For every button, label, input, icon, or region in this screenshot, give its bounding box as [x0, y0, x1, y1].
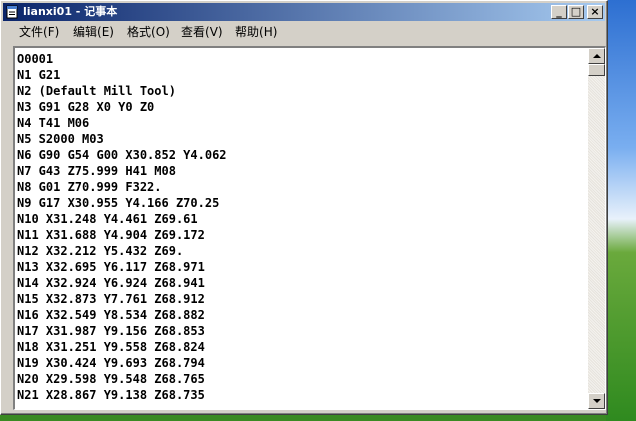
maximize-button[interactable]: □: [568, 5, 584, 19]
text-line: N11 X31.688 Y4.904 Z69.172: [17, 228, 205, 242]
text-line: O0001: [17, 52, 54, 66]
menu-file-label: 文件: [19, 25, 44, 39]
close-button[interactable]: ×: [587, 5, 603, 19]
text-line: N16 X32.549 Y8.534 Z68.882: [17, 308, 205, 322]
text-line: N8 G01 Z70.999 F322.: [17, 180, 162, 194]
menu-edit-accel: (E): [97, 25, 114, 39]
menu-format[interactable]: 格式(O): [127, 23, 170, 42]
menu-help[interactable]: 帮助(H): [235, 23, 277, 42]
scroll-up-button[interactable]: [588, 48, 605, 64]
menu-format-accel: (O): [151, 25, 170, 39]
text-line: N15 X32.873 Y7.761 Z68.912: [17, 292, 205, 306]
text-line: N1 G21: [17, 68, 61, 82]
maximize-icon: □: [570, 5, 582, 18]
menu-help-label: 帮助: [235, 25, 260, 39]
title-bar[interactable]: lianxi01 - 记事本 _ □ ×: [3, 3, 605, 21]
text-line: N9 G17 X30.955 Y4.166 Z70.25: [17, 196, 220, 210]
menu-edit[interactable]: 编辑(E): [73, 23, 114, 42]
text-line: N10 X31.248 Y4.461 Z69.61: [17, 212, 198, 226]
menu-file[interactable]: 文件(F): [19, 23, 59, 42]
text-editor[interactable]: O0001 N1 G21 N2 (Default Mill Tool) N3 G91 …: [13, 46, 606, 410]
text-line: N5 S2000 M03: [17, 132, 104, 146]
close-icon: ×: [590, 5, 600, 18]
text-line: N18 X31.251 Y9.558 Z68.824: [17, 340, 205, 354]
text-line: N20 X29.598 Y9.548 Z68.765: [17, 372, 205, 386]
scroll-thumb[interactable]: [588, 64, 605, 76]
text-line: N13 X32.695 Y6.117 Z68.971: [17, 260, 205, 274]
text-line: N3 G91 G28 X0 Y0 Z0: [17, 100, 155, 114]
menu-view-label: 查看: [181, 25, 206, 39]
text-line: N12 X32.212 Y5.432 Z69.: [17, 244, 184, 258]
text-line: N7 G43 Z75.999 H41 M08: [17, 164, 176, 178]
text-content[interactable]: O0001 N1 G21 N2 (Default Mill Tool) N3 G91 …: [17, 51, 587, 409]
notepad-window: lianxi01 - 记事本 _ □ × 文件(F) 编辑(E) 格式(O) 查…: [0, 0, 608, 415]
down-arrow-icon: [593, 399, 601, 403]
window-title: lianxi01 - 记事本: [23, 5, 118, 18]
menu-help-accel: (H): [259, 25, 278, 39]
text-line: N17 X31.987 Y9.156 Z68.853: [17, 324, 205, 338]
text-line: N4 T41 M06: [17, 116, 90, 130]
text-line: N14 X32.924 Y6.924 Z68.941: [17, 276, 205, 290]
up-arrow-icon: [593, 54, 601, 58]
desktop-background: [606, 0, 636, 421]
menu-view-accel: (V): [205, 25, 223, 39]
menu-bar: 文件(F) 编辑(E) 格式(O) 查看(V) 帮助(H): [3, 23, 605, 42]
menu-format-label: 格式: [127, 25, 152, 39]
text-line: N2 (Default Mill Tool): [17, 84, 176, 98]
text-line: N6 G90 G54 G00 X30.852 Y4.062: [17, 148, 227, 162]
vertical-scrollbar[interactable]: [588, 48, 605, 409]
minimize-button[interactable]: _: [551, 5, 567, 19]
menu-view[interactable]: 查看(V): [181, 23, 223, 42]
menu-file-accel: (F): [43, 25, 60, 39]
minimize-icon: _: [556, 5, 562, 18]
text-line: N21 X28.867 Y9.138 Z68.735: [17, 388, 205, 402]
menu-edit-label: 编辑: [73, 25, 98, 39]
scroll-down-button[interactable]: [588, 393, 605, 409]
text-line: N19 X30.424 Y9.693 Z68.794: [17, 356, 205, 370]
notepad-icon: [6, 5, 18, 19]
